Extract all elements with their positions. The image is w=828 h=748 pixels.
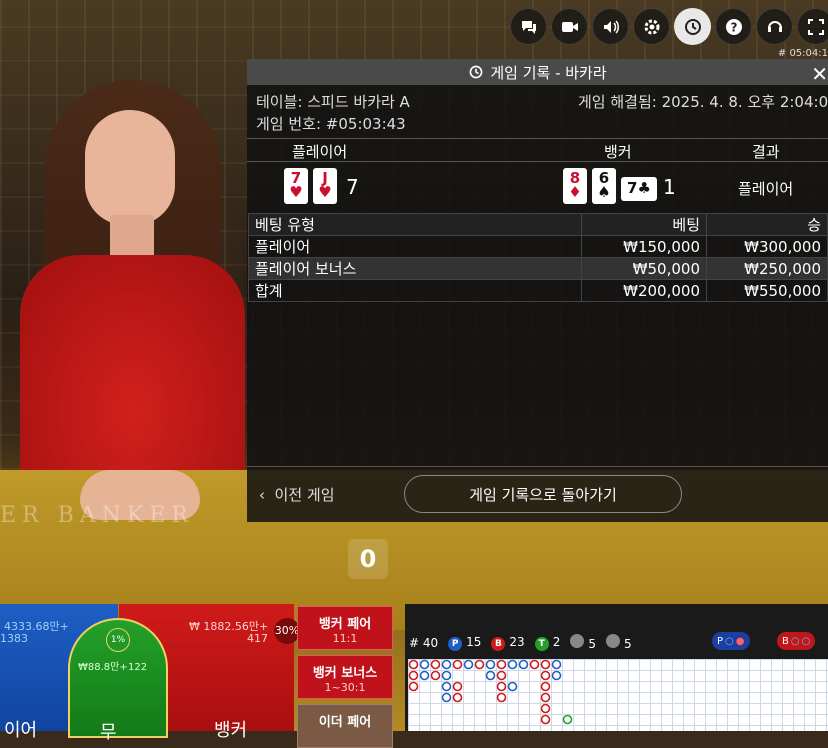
chat-icon[interactable] (510, 8, 547, 45)
playing-card-sideways: 7♣ (621, 177, 657, 201)
bet-amount: ₩150,000 (581, 235, 707, 258)
hand-header: 플레이어 뱅커 결과 (247, 138, 828, 162)
win-amount-header: 승 (706, 213, 828, 236)
game-id-corner: # 05:04:1 (777, 48, 828, 59)
support-icon[interactable] (756, 8, 793, 45)
history-title: 게임 기록 - 바카라 (490, 63, 607, 82)
playing-card: 6 ♠ (592, 168, 616, 204)
bead-road-grid (408, 659, 828, 731)
banker-pair-label: 뱅커 페어 (318, 617, 372, 632)
ask-banker-button[interactable]: B ○ ○ (777, 632, 816, 650)
tie-label: 무 (100, 722, 117, 743)
either-pair-label: 이더 페어 (318, 715, 372, 730)
player-bettor-count: 1383 (0, 632, 28, 645)
game-number: 게임 번호: #05:03:43 (256, 115, 406, 133)
history-meta: 테이블: 스피드 바카라 A 게임 번호: #05:03:43 게임 해결됨: … (247, 85, 828, 137)
playing-card: J ♥ (313, 168, 337, 204)
history-icon (469, 65, 483, 79)
banker-pair-count: 5 (605, 634, 632, 651)
player-wins: P 15 (448, 635, 481, 651)
table-row: 합계 ₩200,000 ₩550,000 (248, 279, 828, 302)
banker-wins: B 23 (491, 635, 525, 651)
history-titlebar: 게임 기록 - 바카라 ✕ (247, 59, 828, 86)
svg-text:?: ? (730, 20, 737, 34)
player-pair-count: 5 (570, 634, 596, 651)
roadmap-panel[interactable]: # 40 P 15 B 23 T2 5 5 P ○ ● B ○ ○ (405, 604, 828, 731)
banker-label: 뱅커 (214, 720, 248, 741)
ask-player-button[interactable]: P ○ ● (712, 632, 750, 650)
either-pair-bet[interactable]: 이더 페어 (297, 704, 393, 748)
chevron-left-icon: ‹ (259, 486, 265, 504)
help-icon[interactable]: ? (715, 8, 752, 45)
felt-text: ER BANKER (0, 503, 194, 528)
bet-amount: ₩50,000 (581, 257, 707, 280)
bet-amount-header: 베팅 (581, 213, 707, 236)
tie-bet-spot[interactable]: 1% ₩88.8만+ 122 무 (68, 618, 168, 743)
win-amount: ₩250,000 (706, 257, 828, 280)
result-value: 플레이어 (738, 180, 794, 198)
bet-type-header: 베팅 유형 (248, 213, 582, 236)
win-amount: ₩550,000 (706, 279, 828, 302)
video-icon[interactable] (551, 8, 588, 45)
playing-card: 8 ♦ (563, 168, 587, 204)
result-column-header: 결과 (752, 143, 780, 161)
dealer (0, 40, 250, 515)
bet-type: 플레이어 (248, 235, 582, 258)
fullscreen-icon[interactable] (797, 8, 828, 45)
bet-type: 합계 (248, 279, 582, 302)
tie-count: T2 (534, 635, 560, 651)
banker-bonus-label: 뱅커 보너스 (312, 666, 378, 681)
betting-area: 4333.68만+ 1383 이어 ₩ 1882.56만+ 417 30% 뱅커… (0, 604, 828, 748)
table-row: 플레이어 ₩150,000 ₩300,000 (248, 235, 828, 258)
table-label: 테이블: 스피드 바카라 A (256, 93, 410, 111)
win-amount: ₩300,000 (706, 235, 828, 258)
game-history-panel: 게임 기록 - 바카라 ✕ 테이블: 스피드 바카라 A 게임 번호: #05:… (247, 59, 828, 522)
banker-bonus-bet[interactable]: 뱅커 보너스 1~30:1 (297, 655, 393, 699)
previous-game-button[interactable]: ‹ 이전 게임 (259, 484, 335, 505)
banker-column-header: 뱅커 (604, 143, 632, 161)
top-toolbar: ? (510, 8, 828, 45)
close-icon[interactable]: ✕ (811, 62, 828, 86)
banker-score: 1 (663, 175, 676, 199)
history-footer: ‹ 이전 게임 게임 기록으로 돌아가기 (247, 466, 828, 523)
history-icon[interactable] (674, 8, 711, 45)
tie-total-amount: ₩88.8만+ (78, 662, 128, 673)
countdown-timer: 0 (348, 539, 388, 579)
tie-percent-badge: 1% (106, 628, 130, 652)
tie-bettor-count: 122 (128, 662, 148, 673)
bet-table: 베팅 유형 베팅 승 플레이어 ₩150,000 ₩300,000 플레이어 보… (248, 213, 828, 302)
gear-icon[interactable] (633, 8, 670, 45)
banker-pair-odds: 11:1 (332, 632, 358, 645)
playing-card: 7 ♥ (284, 168, 308, 204)
volume-icon[interactable] (592, 8, 629, 45)
bet-table-header: 베팅 유형 베팅 승 (248, 213, 828, 236)
previous-game-label: 이전 게임 (274, 486, 335, 504)
banker-bettor-count: 417 (247, 632, 268, 645)
bet-amount: ₩200,000 (581, 279, 707, 302)
bet-type: 플레이어 보너스 (248, 257, 582, 280)
banker-pair-bet[interactable]: 뱅커 페어 11:1 (297, 606, 393, 650)
banker-bonus-odds: 1~30:1 (324, 681, 366, 694)
round-count: # 40 (409, 635, 439, 650)
roadmap-stats: # 40 P 15 B 23 T2 5 5 (409, 634, 632, 651)
player-label: 이어 (4, 720, 38, 741)
resolved-time: 게임 해결됨: 2025. 4. 8. 오후 2:04:08 (578, 93, 828, 111)
player-score: 7 (346, 175, 359, 199)
table-row: 플레이어 보너스 ₩50,000 ₩250,000 (248, 257, 828, 280)
player-column-header: 플레이어 (292, 143, 348, 161)
roadmap-marks (408, 659, 573, 725)
back-to-history-button[interactable]: 게임 기록으로 돌아가기 (404, 475, 682, 513)
